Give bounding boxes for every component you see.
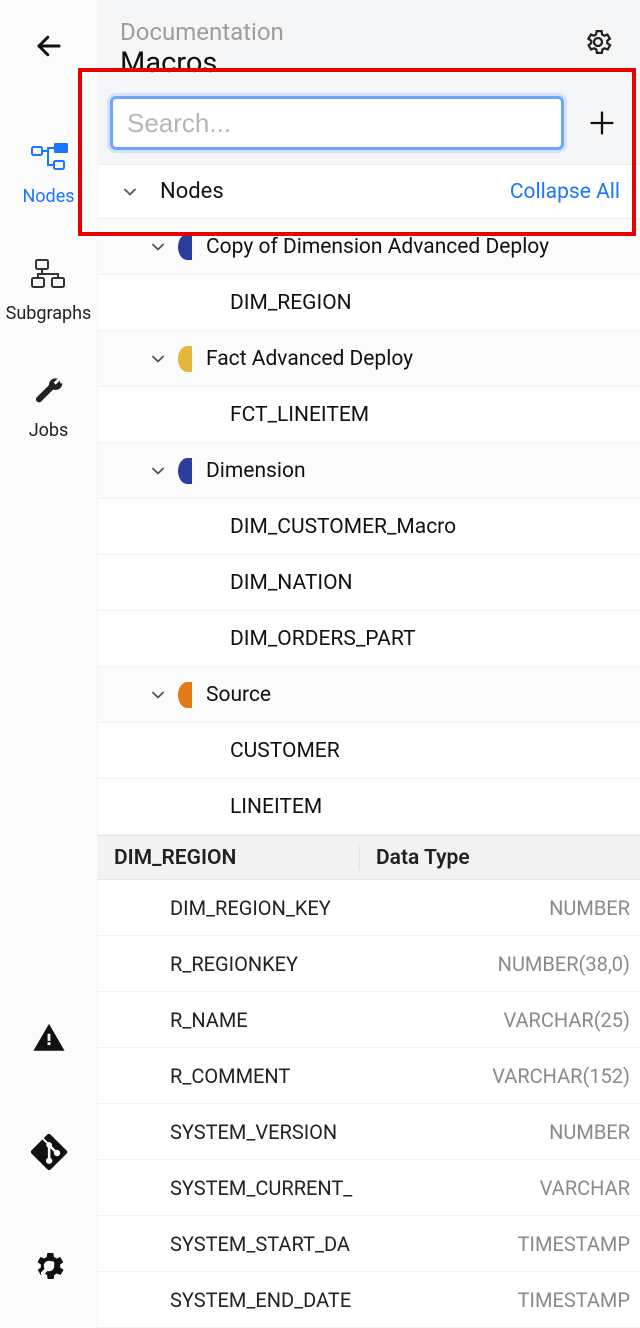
chevron-down-icon — [138, 461, 178, 481]
column-type: NUMBER(38,0) — [360, 952, 640, 976]
plus-icon — [588, 109, 616, 137]
settings-button[interactable] — [578, 22, 618, 62]
tree-group-label: Fact Advanced Deploy — [206, 347, 640, 371]
sidebar-item-label: Subgraphs — [6, 303, 92, 324]
sidebar-item-subgraphs[interactable]: Subgraphs — [0, 253, 97, 324]
chevron-down-icon — [138, 237, 178, 257]
nodes-tree: Copy of Dimension Advanced Deploy DIM_REG… — [98, 219, 640, 835]
chevron-down-icon — [110, 182, 150, 202]
alert-icon — [32, 1021, 66, 1055]
tree-node[interactable]: FCT_LINEITEM — [98, 387, 640, 443]
tree-node-label: DIM_NATION — [230, 571, 640, 595]
gear-wrench-icon — [31, 1248, 67, 1284]
column-name: R_COMMENT — [98, 1064, 360, 1088]
chevron-down-icon — [138, 349, 178, 369]
column-type: VARCHAR — [360, 1176, 640, 1200]
column-row[interactable]: R_COMMENTVARCHAR(152) — [98, 1048, 640, 1104]
column-type: VARCHAR(152) — [360, 1064, 640, 1088]
column-row[interactable]: R_REGIONKEYNUMBER(38,0) — [98, 936, 640, 992]
tree-node[interactable]: DIM_NATION — [98, 555, 640, 611]
sidebar-item-label: Jobs — [29, 420, 69, 441]
type-swatch — [178, 458, 192, 484]
tree-group-label: Source — [206, 683, 640, 707]
chevron-down-icon — [138, 685, 178, 705]
sidebar-item-nodes[interactable]: Nodes — [0, 136, 97, 207]
gear-icon — [583, 27, 613, 57]
tree-node-label: DIM_ORDERS_PART — [230, 627, 640, 651]
tree-node-label: LINEITEM — [230, 795, 640, 819]
tree-node-label: DIM_CUSTOMER_Macro — [230, 515, 640, 539]
tree-node-label: DIM_REGION — [230, 291, 640, 315]
subgraphs-icon — [27, 253, 71, 297]
header: Documentation Macros — [98, 0, 640, 82]
column-type: TIMESTAMP — [360, 1232, 640, 1256]
column-row[interactable]: SYSTEM_VERSIONNUMBER — [98, 1104, 640, 1160]
column-row[interactable]: R_NAMEVARCHAR(25) — [98, 992, 640, 1048]
column-name: R_REGIONKEY — [98, 952, 360, 976]
column-name: SYSTEM_CURRENT_ — [98, 1176, 360, 1200]
tree-node[interactable]: CUSTOMER — [98, 723, 640, 779]
type-swatch — [178, 346, 192, 372]
tree-group[interactable]: Fact Advanced Deploy — [98, 331, 640, 387]
column-name: DIM_REGION_KEY — [98, 896, 360, 920]
columns-list: DIM_REGION_KEYNUMBERR_REGIONKEYNUMBER(38… — [98, 880, 640, 1328]
collapse-all-link[interactable]: Collapse All — [510, 180, 620, 204]
arrow-left-icon — [34, 31, 64, 61]
columns-header-type: Data Type — [360, 846, 640, 870]
column-row[interactable]: DIM_REGION_KEYNUMBER — [98, 880, 640, 936]
type-swatch — [178, 682, 192, 708]
back-button[interactable] — [27, 24, 71, 68]
add-button[interactable] — [582, 103, 622, 143]
git-icon — [30, 1133, 68, 1171]
type-swatch — [178, 234, 192, 260]
build-settings-button[interactable] — [27, 1244, 71, 1288]
column-type: TIMESTAMP — [360, 1288, 640, 1312]
column-type: VARCHAR(25) — [360, 1008, 640, 1032]
tree-node-label: FCT_LINEITEM — [230, 403, 640, 427]
nodes-section-label: Nodes — [150, 179, 510, 204]
tree-group[interactable]: Source — [98, 667, 640, 723]
tree-group-label: Dimension — [206, 459, 640, 483]
tree-node-label: CUSTOMER — [230, 739, 640, 763]
columns-header: DIM_REGION Data Type — [98, 835, 640, 880]
tree-group[interactable]: Dimension — [98, 443, 640, 499]
nodes-icon — [27, 136, 71, 180]
tree-node[interactable]: DIM_CUSTOMER_Macro — [98, 499, 640, 555]
columns-header-name: DIM_REGION — [98, 846, 360, 870]
tree-node[interactable]: DIM_ORDERS_PART — [98, 611, 640, 667]
wrench-icon — [27, 370, 71, 414]
git-button[interactable] — [27, 1130, 71, 1174]
column-type: NUMBER — [360, 896, 640, 920]
column-row[interactable]: SYSTEM_CURRENT_VARCHAR — [98, 1160, 640, 1216]
nodes-section-header[interactable]: Nodes Collapse All — [98, 164, 640, 219]
column-name: R_NAME — [98, 1008, 360, 1032]
column-type: NUMBER — [360, 1120, 640, 1144]
column-name: SYSTEM_END_DATE — [98, 1288, 360, 1312]
breadcrumb-parent[interactable]: Documentation — [120, 18, 578, 46]
main-panel: Documentation Macros Nodes Collapse All … — [98, 0, 640, 1328]
tree-node[interactable]: LINEITEM — [98, 779, 640, 835]
sidebar-item-label: Nodes — [22, 186, 74, 207]
column-row[interactable]: SYSTEM_START_DATIMESTAMP — [98, 1216, 640, 1272]
tree-node[interactable]: DIM_REGION — [98, 275, 640, 331]
page-title: Macros — [120, 46, 578, 80]
column-name: SYSTEM_START_DA — [98, 1232, 360, 1256]
search-input[interactable] — [110, 96, 564, 150]
left-sidebar: Nodes Subgraphs Jobs — [0, 0, 98, 1328]
tree-group-label: Copy of Dimension Advanced Deploy — [206, 235, 640, 259]
column-name: SYSTEM_VERSION — [98, 1120, 360, 1144]
column-row[interactable]: SYSTEM_END_DATETIMESTAMP — [98, 1272, 640, 1328]
problems-button[interactable] — [27, 1016, 71, 1060]
sidebar-item-jobs[interactable]: Jobs — [0, 370, 97, 441]
search-row — [98, 82, 640, 164]
tree-group[interactable]: Copy of Dimension Advanced Deploy — [98, 219, 640, 275]
